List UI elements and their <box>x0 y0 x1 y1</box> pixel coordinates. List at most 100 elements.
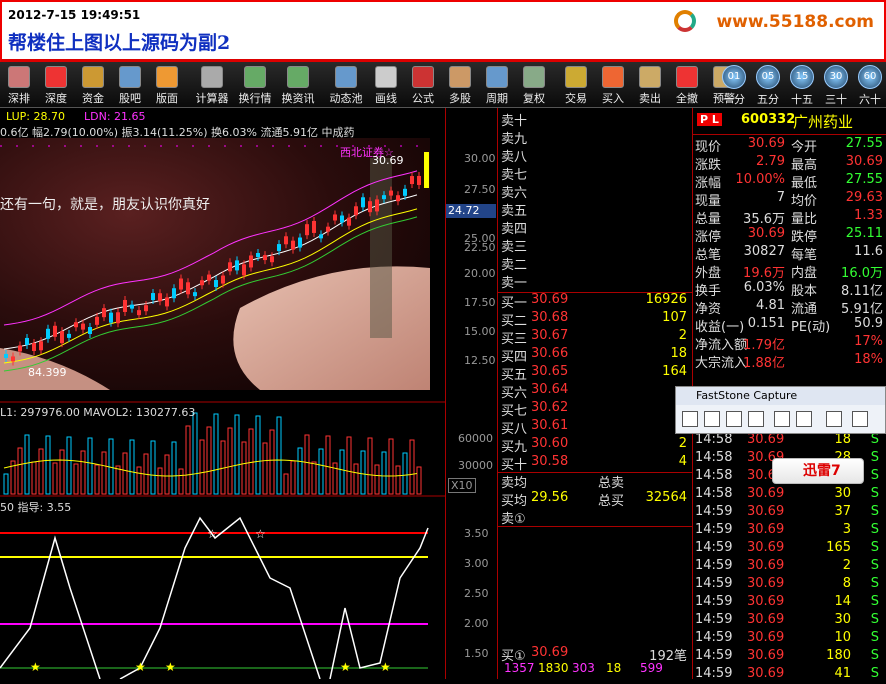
trade-price: 30.69 <box>747 630 785 645</box>
candle-body <box>298 237 302 248</box>
toolbar-button[interactable]: 画线 <box>369 64 403 106</box>
toolbar-button[interactable]: 股吧 <box>113 64 147 106</box>
cursor-price: 24.72 <box>446 204 496 218</box>
candle-body <box>151 293 155 301</box>
sell-row[interactable]: 卖二 <box>498 254 693 273</box>
buy-row[interactable]: 买二 30.68 107 <box>498 310 693 329</box>
toolbar-label: 交易 <box>565 92 587 105</box>
buy-row[interactable]: 买四 30.66 18 <box>498 346 693 365</box>
period-button[interactable]: 01 一分 <box>718 64 750 106</box>
toolbar-button[interactable]: 版面 <box>150 64 184 106</box>
trade-side: S <box>870 522 879 537</box>
toolbar-button[interactable]: 买入 <box>596 64 630 106</box>
sell-row[interactable]: 卖六 <box>498 182 693 201</box>
sell-row[interactable]: 卖三 <box>498 236 693 255</box>
period-button[interactable]: 15 十五 <box>786 64 818 106</box>
period-button[interactable]: 05 五分 <box>752 64 784 106</box>
xunlei-float-button[interactable]: 迅雷7 <box>772 458 864 484</box>
limit-up-candle <box>424 152 429 188</box>
quote-value: 27.55 <box>845 136 883 151</box>
trade-time: 14:58 <box>695 468 733 483</box>
period-button[interactable]: 30 三十 <box>820 64 852 106</box>
period-button[interactable]: 60 六十 <box>854 64 886 106</box>
toolbar-label: 版面 <box>156 92 178 105</box>
volume-bar <box>311 461 317 495</box>
candle-body <box>361 197 365 208</box>
toolbar-button[interactable]: 全撤 <box>670 64 704 106</box>
quote-label: 今开 <box>791 140 818 155</box>
faststone-capture-window[interactable]: FastStone Capture <box>675 386 886 434</box>
axis-tick: 3.50 <box>464 527 489 540</box>
order-book: 卖十 卖九 卖八 卖七 卖六 卖五 卖四 卖三 卖二 卖一 买一 30.69 16926 买二 30.68 1… <box>497 108 693 679</box>
quote-row: 涨跌 2.79 最高 30.69 <box>693 154 886 173</box>
candle-body <box>375 199 379 212</box>
volume-bar <box>59 449 65 495</box>
quote-value: 1.79亿 <box>743 338 785 353</box>
capture-rect-icon[interactable] <box>726 411 742 427</box>
capture-settings-icon[interactable] <box>826 411 842 427</box>
ind-star: ☆ <box>255 527 266 541</box>
buy-row[interactable]: 买六 30.64 <box>498 382 693 401</box>
toolbar-button[interactable]: 资金 <box>76 64 110 106</box>
toolbar-button[interactable]: 交易 <box>559 64 593 106</box>
buy-row[interactable]: 买七 30.62 <box>498 400 693 419</box>
sell-row[interactable]: 卖七 <box>498 164 693 183</box>
trade-row: 14:59 30.69 3 S <box>693 522 886 540</box>
quote-value: 11.6 <box>854 244 883 259</box>
sell-row[interactable]: 卖八 <box>498 146 693 165</box>
toolbar-button[interactable]: 换行情 <box>235 64 275 106</box>
trade-row: 14:59 30.69 14 S <box>693 594 886 612</box>
buy-row[interactable]: 买八 30.61 <box>498 418 693 437</box>
avg-buy-row: 买均 29.56 总买 32564 <box>498 490 693 509</box>
sell-row[interactable]: 卖四 <box>498 218 693 237</box>
trade-side: S <box>870 486 879 501</box>
toolbar-button[interactable]: 卖出 <box>633 64 667 106</box>
trade-side: S <box>870 450 879 465</box>
buy-volume: 18 <box>670 346 687 361</box>
sell-row[interactable]: 卖一 <box>498 272 693 291</box>
capture-freehand-icon[interactable] <box>748 411 764 427</box>
buy-row[interactable]: 买十 30.58 4 <box>498 454 693 473</box>
buy-row[interactable]: 买三 30.67 2 <box>498 328 693 347</box>
toolbar-button[interactable]: 计算器 <box>192 64 232 106</box>
toolbar-button[interactable]: 公式 <box>406 64 440 106</box>
xunlei-label: 迅雷7 <box>803 463 841 479</box>
toolbar-button[interactable]: 周期 <box>480 64 514 106</box>
trade-row: 14:59 30.69 30 S <box>693 612 886 630</box>
quote-label: 外盘 <box>695 266 722 281</box>
toolbar-button[interactable]: 动态池 <box>326 64 366 106</box>
candle-body <box>333 214 337 221</box>
ind-curve <box>0 516 429 680</box>
sell-row[interactable]: 卖九 <box>498 128 693 147</box>
trade-row: 14:58 30.69 18 S <box>693 432 886 450</box>
toolbar-button[interactable]: 换资讯 <box>278 64 318 106</box>
candle-body <box>319 234 323 239</box>
toolbar-icon <box>119 66 141 88</box>
capture-scroll-icon[interactable] <box>796 411 812 427</box>
candle-body <box>291 240 295 250</box>
ind-star: ★ <box>340 660 351 674</box>
buy-row[interactable]: 买五 30.65 164 <box>498 364 693 383</box>
trade-volume: 3 <box>842 522 851 537</box>
toolbar-button[interactable]: 复权 <box>517 64 551 106</box>
toolbar-button[interactable]: 深度 <box>39 64 73 106</box>
toolbar-icon <box>602 66 624 88</box>
capture-object-icon[interactable] <box>704 411 720 427</box>
trade-row: 14:59 30.69 41 S <box>693 666 886 684</box>
buy-row[interactable]: 买一 30.69 16926 <box>498 292 693 311</box>
site-logo-icon <box>674 10 696 32</box>
candle-body <box>228 262 232 272</box>
volume-bar <box>3 473 9 495</box>
capture-window-icon[interactable] <box>682 411 698 427</box>
toolbar-button[interactable]: 多股 <box>443 64 477 106</box>
capture-fullscreen-icon[interactable] <box>774 411 790 427</box>
candle-body <box>165 297 169 307</box>
stock-code: 600332 <box>741 112 796 127</box>
buy-row[interactable]: 买九 30.60 2 <box>498 436 693 455</box>
sell-row[interactable]: 卖五 <box>498 200 693 219</box>
volume-bar <box>157 467 163 495</box>
sell-row[interactable]: 卖十 <box>498 110 693 129</box>
kline-chart[interactable]: ★ ★ ★ ★ ★ ☆ ☆ LUP: 28.70 LDN: 21.65 0.6亿 幅2.79… <box>0 108 445 680</box>
toolbar-button[interactable]: 深排 <box>2 64 36 106</box>
capture-menu-icon[interactable] <box>852 411 868 427</box>
